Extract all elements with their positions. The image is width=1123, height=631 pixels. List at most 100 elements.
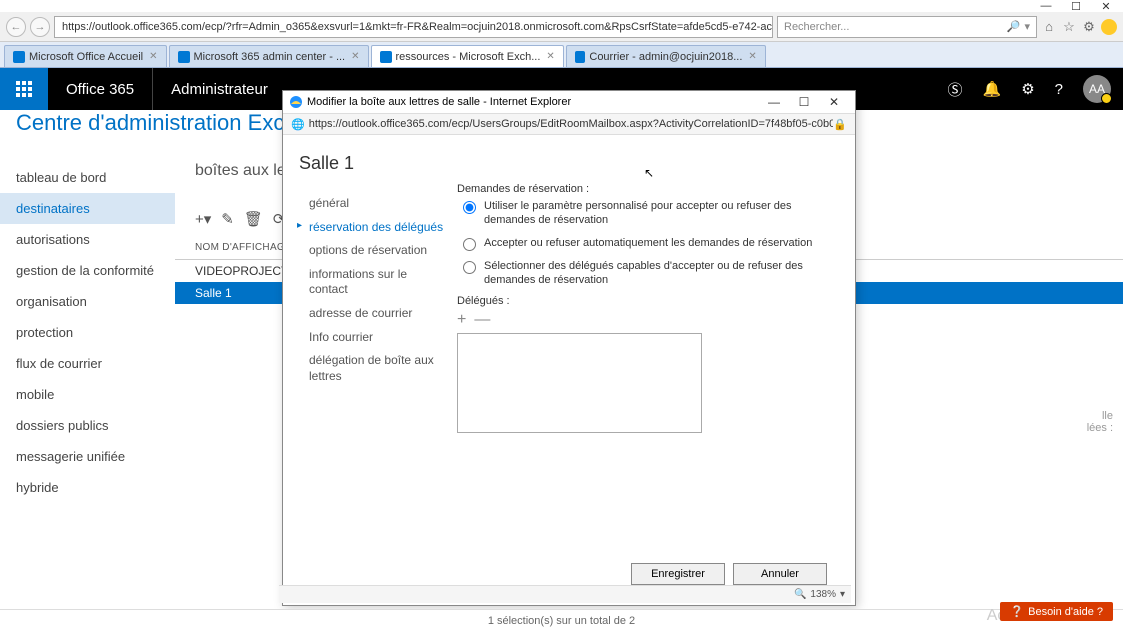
sidebar-item[interactable]: autorisations xyxy=(0,224,175,255)
tab-close-icon[interactable]: ✕ xyxy=(546,51,554,62)
ie-address-bar: ← → https://outlook.office365.com/ecp/?r… xyxy=(0,12,1123,42)
room-name-heading: Salle 1 xyxy=(299,153,449,174)
tab-close-icon[interactable]: ✕ xyxy=(149,51,157,62)
tab-label: Courrier - admin@ocjuin2018... xyxy=(589,51,742,63)
radio-option[interactable]: Utiliser le paramètre personnalisé pour … xyxy=(457,199,845,228)
help-icon[interactable]: ? xyxy=(1055,81,1063,98)
radio-label: Accepter ou refuser automatiquement les … xyxy=(484,236,812,250)
notifications-icon[interactable]: 🔔 xyxy=(983,80,1002,98)
sidebar-item[interactable]: gestion de la conformité xyxy=(0,255,175,286)
os-window-controls: — ☐ ✕ xyxy=(0,0,1123,12)
radio-input[interactable] xyxy=(463,238,476,251)
add-button[interactable]: +▾ xyxy=(195,210,211,228)
radio-input[interactable] xyxy=(463,201,476,214)
tab-close-icon[interactable]: ✕ xyxy=(748,51,756,62)
browser-tabs: Microsoft Office Accueil✕Microsoft 365 a… xyxy=(0,42,1123,68)
avatar[interactable]: AA xyxy=(1083,75,1111,103)
dialog-url-text: https://outlook.office365.com/ecp/UsersG… xyxy=(309,118,834,130)
url-field[interactable]: https://outlook.office365.com/ecp/?rfr=A… xyxy=(54,16,773,38)
radio-label: Sélectionner des délégués capables d'acc… xyxy=(484,259,845,288)
remove-delegate-button[interactable]: — xyxy=(474,311,490,329)
zoom-value: 138% xyxy=(810,589,836,600)
dialog-nav-item[interactable]: Info courrier xyxy=(299,326,449,350)
radio-input[interactable] xyxy=(463,261,476,274)
edit-room-dialog: Modifier la boîte aux lettres de salle -… xyxy=(282,90,856,606)
tab-favicon xyxy=(178,51,190,63)
search-icon[interactable]: 🔎 xyxy=(1007,20,1021,33)
dialog-maximize[interactable]: ☐ xyxy=(789,95,819,109)
ie-favicon xyxy=(289,95,303,109)
tab-label: Microsoft Office Accueil xyxy=(29,51,143,63)
dialog-lock-icon: 🔒 xyxy=(833,118,847,131)
browser-tab[interactable]: ressources - Microsoft Exch... ✕ xyxy=(371,45,564,67)
dialog-nav-item[interactable]: délégation de boîte aux lettres xyxy=(299,349,449,388)
browser-tab[interactable]: Microsoft Office Accueil ✕ xyxy=(4,45,167,67)
dialog-nav-item[interactable]: options de réservation xyxy=(299,239,449,263)
dialog-favicon: 🌐 xyxy=(291,118,305,131)
cancel-button[interactable]: Annuler xyxy=(733,563,827,585)
settings-icon[interactable]: ⚙ xyxy=(1021,80,1034,98)
url-text: https://outlook.office365.com/ecp/?rfr=A… xyxy=(62,21,773,33)
sidebar-item[interactable]: messagerie unifiée xyxy=(0,441,175,472)
app-launcher-button[interactable] xyxy=(0,68,48,110)
maximize-button[interactable]: ☐ xyxy=(1061,0,1091,12)
zoom-dropdown-icon[interactable]: ▾ xyxy=(840,589,845,600)
browser-tab[interactable]: Microsoft 365 admin center - ... ✕ xyxy=(169,45,369,67)
details-pane-text: lle lées : xyxy=(1087,410,1113,434)
dialog-title-text: Modifier la boîte aux lettres de salle -… xyxy=(307,96,571,108)
sidebar-item[interactable]: protection xyxy=(0,317,175,348)
radio-option[interactable]: Sélectionner des délégués capables d'acc… xyxy=(457,259,845,288)
status-bar: 1 sélection(s) sur un total de 2 xyxy=(0,609,1123,631)
radio-label: Utiliser le paramètre personnalisé pour … xyxy=(484,199,845,228)
sidebar-item[interactable]: tableau de bord xyxy=(0,162,175,193)
search-field[interactable]: Rechercher... 🔎 ▾ xyxy=(777,16,1037,38)
tab-favicon xyxy=(13,51,25,63)
sidebar-item[interactable]: organisation xyxy=(0,286,175,317)
sidebar-item[interactable]: dossiers publics xyxy=(0,410,175,441)
delegates-label: Délégués : xyxy=(457,295,845,307)
favorites-icon[interactable]: ☆ xyxy=(1061,19,1077,35)
delegates-listbox[interactable] xyxy=(457,333,702,433)
sidebar-item[interactable]: destinataires xyxy=(0,193,175,224)
forward-button[interactable]: → xyxy=(30,17,50,37)
dialog-nav-item[interactable]: général xyxy=(299,192,449,216)
eac-sidebar: tableau de borddestinatairesautorisation… xyxy=(0,110,175,631)
tab-label: ressources - Microsoft Exch... xyxy=(396,51,541,63)
dialog-minimize[interactable]: — xyxy=(759,95,789,109)
sidebar-item[interactable]: flux de courrier xyxy=(0,348,175,379)
search-placeholder: Rechercher... xyxy=(784,21,849,33)
need-help-badge[interactable]: ❔ Besoin d'aide ? xyxy=(1000,602,1113,621)
feedback-icon[interactable] xyxy=(1101,19,1117,35)
edit-button[interactable]: ✎ xyxy=(221,210,234,228)
delete-button[interactable]: 🗑 xyxy=(244,210,263,228)
tab-label: Microsoft 365 admin center - ... xyxy=(194,51,346,63)
minimize-button[interactable]: — xyxy=(1031,0,1061,12)
help-badge-icon: ❔ xyxy=(1010,605,1024,618)
tab-favicon xyxy=(380,51,392,63)
home-icon[interactable]: ⌂ xyxy=(1041,19,1057,35)
search-dropdown-icon[interactable]: ▾ xyxy=(1024,20,1030,33)
dialog-titlebar: Modifier la boîte aux lettres de salle -… xyxy=(283,91,855,113)
save-button[interactable]: Enregistrer xyxy=(631,563,725,585)
dialog-nav-item[interactable]: réservation des délégués xyxy=(299,216,449,240)
waffle-icon xyxy=(16,81,32,97)
booking-requests-label: Demandes de réservation : xyxy=(457,183,845,195)
sidebar-item[interactable]: mobile xyxy=(0,379,175,410)
back-button[interactable]: ← xyxy=(6,17,26,37)
tab-close-icon[interactable]: ✕ xyxy=(351,51,359,62)
dialog-nav-item[interactable]: informations sur le contact xyxy=(299,263,449,302)
skype-icon[interactable]: Ⓢ xyxy=(948,79,963,100)
help-badge-text: Besoin d'aide ? xyxy=(1028,606,1103,618)
zoom-icon[interactable]: 🔍 xyxy=(794,589,806,600)
dialog-url-bar: 🌐 https://outlook.office365.com/ecp/User… xyxy=(283,113,855,135)
dialog-close[interactable]: ✕ xyxy=(819,95,849,109)
tools-icon[interactable]: ⚙ xyxy=(1081,19,1097,35)
dialog-nav-item[interactable]: adresse de courrier xyxy=(299,302,449,326)
close-button[interactable]: ✕ xyxy=(1091,0,1121,12)
sidebar-item[interactable]: hybride xyxy=(0,472,175,503)
radio-option[interactable]: Accepter ou refuser automatiquement les … xyxy=(457,236,845,251)
add-delegate-button[interactable]: + xyxy=(457,311,466,329)
brand-label: Office 365 xyxy=(48,68,153,110)
browser-tab[interactable]: Courrier - admin@ocjuin2018... ✕ xyxy=(566,45,766,67)
dialog-zoom-bar: 🔍 138% ▾ xyxy=(279,585,851,603)
